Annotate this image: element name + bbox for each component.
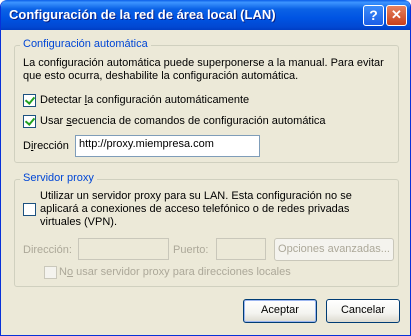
auto-config-description-line1: La configuración automática puede superp… <box>23 57 384 69</box>
proxy-legend: Servidor proxy <box>20 172 97 184</box>
proxy-port-label: Puerto: <box>173 244 209 256</box>
use-proxy-checkbox[interactable] <box>23 203 36 216</box>
use-script-checkbox[interactable] <box>23 115 36 128</box>
proxy-address-input[interactable] <box>78 238 169 260</box>
detect-auto-checkbox[interactable] <box>23 94 36 107</box>
advanced-options-button[interactable]: Opciones avanzadas... <box>274 238 394 261</box>
window-title: Configuración de la red de área local (L… <box>9 7 276 22</box>
help-button[interactable]: ? <box>363 5 384 26</box>
proxy-port-input[interactable] <box>216 238 266 260</box>
cancel-button[interactable]: Cancelar <box>326 299 400 323</box>
use-proxy-label-line2[interactable]: aplicará a conexiones de acceso telefóni… <box>40 203 349 215</box>
lan-settings-dialog: Configuración de la red de área local (L… <box>0 0 411 336</box>
script-address-label: Dirección <box>23 140 69 152</box>
proxy-address-label: Dirección: <box>23 244 72 256</box>
auto-config-legend: Configuración automática <box>20 38 151 50</box>
close-button[interactable]: ✕ <box>386 5 407 26</box>
use-script-label[interactable]: Usar secuencia de comandos de configurac… <box>40 115 326 127</box>
use-proxy-label-line1[interactable]: Utilizar un servidor proxy para su LAN. … <box>40 190 352 202</box>
title-bar[interactable]: Configuración de la red de área local (L… <box>1 0 410 30</box>
auto-config-description-line2: que esto ocurra, deshabilite la configur… <box>23 70 299 82</box>
use-proxy-label-line3[interactable]: virtuales (VPN). <box>40 216 117 228</box>
help-icon: ? <box>369 7 378 23</box>
bypass-local-checkbox[interactable] <box>44 266 57 279</box>
bypass-local-label[interactable]: No usar servidor proxy para direcciones … <box>59 266 291 278</box>
script-address-input[interactable]: http://proxy.miempresa.com <box>75 135 260 157</box>
close-icon: ✕ <box>391 7 402 22</box>
ok-button[interactable]: Aceptar <box>243 299 317 323</box>
detect-auto-label[interactable]: Detectar la configuración automáticament… <box>40 94 249 106</box>
